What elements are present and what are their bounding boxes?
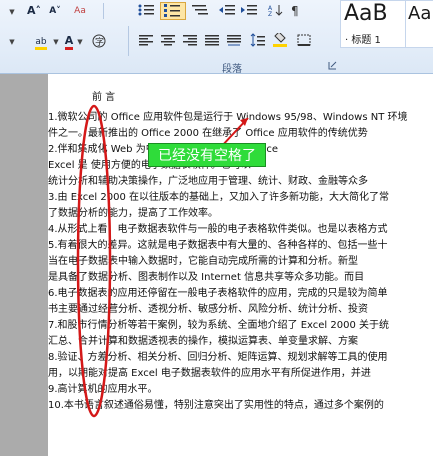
ribbon-separator	[128, 26, 129, 56]
document-line: 件之一。最新推出的 Office 2000 在继承了 Office 应用软件的传…	[48, 128, 368, 139]
style-label: · 标题 1	[345, 35, 381, 46]
quick-style-heading2[interactable]: Aa	[405, 0, 433, 48]
justify-icon	[205, 35, 219, 46]
show-marks-button[interactable]: ¶	[288, 2, 304, 20]
decrease-indent-icon	[219, 5, 235, 15]
document-line: 3.由 Excel 2000 在以往版本的基础上，又加入了许多新功能，大大简化了…	[48, 192, 390, 203]
align-left-icon	[139, 35, 153, 46]
document-line: 10.本书语言叙述通俗易懂，特别注意突出了实用性的特点，通过多个案例的	[48, 400, 384, 411]
font-color-label: A	[64, 34, 74, 50]
document-line: 了数据分析的能力，提高了工作效率。	[48, 208, 218, 219]
document-line: 9.高计算机的应用水平。	[48, 384, 158, 395]
increase-indent-button[interactable]	[240, 2, 260, 20]
document-line: 1.微软公司的 Office 应用软件包是运行于 Windows 95/98、W…	[48, 112, 408, 123]
document-line: 汇总、合并计算和数据透视表的操作，模拟运算表、单变量求解、方案	[48, 336, 358, 347]
align-left-button[interactable]	[136, 32, 156, 50]
font-dropdown[interactable]: ▼	[2, 32, 22, 50]
grow-font-button[interactable]: A˄	[24, 2, 44, 20]
highlight-label: ab	[35, 37, 47, 50]
shading-button[interactable]	[270, 31, 290, 50]
document-line: 4.从形式上看，电子数据表软件与一般的电子表格软件类似。也是以表格方式	[48, 224, 388, 235]
numbering-button[interactable]	[160, 2, 186, 20]
font-color-dropdown[interactable]: ▼	[76, 32, 84, 50]
paragraph-group-label: 段落	[222, 64, 242, 75]
bullets-icon	[138, 4, 154, 16]
annotation-callout: 已经没有空格了	[148, 143, 266, 167]
numbering-icon	[164, 4, 180, 17]
line-spacing-button[interactable]	[248, 32, 268, 50]
align-center-button[interactable]	[158, 32, 178, 50]
style-preview-text: Aa	[408, 3, 432, 24]
clear-format-button[interactable]: Aa	[68, 2, 92, 20]
distributed-button[interactable]	[224, 32, 244, 50]
justify-button[interactable]	[202, 32, 222, 50]
text-highlight-button[interactable]: ab	[30, 32, 52, 50]
line-spacing-icon	[250, 33, 265, 47]
quick-style-heading1[interactable]: AaB · 标题 1	[340, 0, 406, 48]
svg-text:Z: Z	[268, 11, 272, 17]
document-line: 7.和股市行情分析等若干案例，较为系统、全面地介绍了 Excel 2000 关于…	[48, 320, 390, 331]
ribbon-toolbar: ▼ A˄ A˅ Aa AZ ¶ ▼ ab ▼ A ▼ 字 段落 AaB · 标题…	[0, 0, 433, 75]
font-color-button[interactable]: A	[62, 32, 76, 50]
enclose-character-icon: 字	[92, 34, 106, 48]
borders-icon	[297, 34, 311, 46]
document-line: 统计分析和辅助决策操作，广泛地应用于管理、统计、财政、金融等众多	[48, 176, 368, 187]
align-right-icon	[183, 35, 197, 46]
document-line: 当在电子数据表中输入数据时，它能自动完成所需的计算和分析。新型	[48, 256, 358, 267]
decrease-indent-button[interactable]	[218, 2, 238, 20]
multilevel-list-button[interactable]	[190, 2, 212, 20]
sort-button[interactable]: AZ	[266, 2, 284, 20]
document-line: 6.电子数据表的应用还停留在一般电子表格软件的应用，完成的只是较为简单	[48, 288, 388, 299]
document-line: 5.有着很大的差异。这就是电子数据表中有大量的、各种各样的、包括一些十	[48, 240, 388, 251]
enclose-character-button[interactable]: 字	[88, 32, 110, 50]
distributed-icon	[227, 35, 241, 46]
borders-button[interactable]	[294, 32, 314, 50]
svg-text:字: 字	[95, 36, 104, 48]
document-line: 8.验证、方差分析、相关分析、回归分析、矩阵运算、规划求解等工具的使用	[48, 352, 388, 363]
document-line: 书主要通过经营分析、透视分析、敏感分析、风险分析、统计分析、投资	[48, 304, 368, 315]
font-size-dropdown[interactable]: ▼	[2, 2, 22, 20]
preface-heading: 前 言	[92, 92, 116, 103]
document-line: 是具备了数据分析、图表制作以及 Internet 信息共享等众多功能。而目	[48, 272, 365, 283]
paragraph-mark-icon: ¶	[291, 4, 299, 18]
sort-icon: AZ	[268, 5, 283, 18]
increase-indent-icon	[241, 5, 257, 15]
style-preview-text: AaB	[344, 1, 388, 26]
ribbon-separator	[103, 3, 104, 19]
document-line: 用，以期能对提高 Excel 电子数据表软件的应用水平有所促进作用，并进	[48, 368, 371, 379]
shrink-font-button[interactable]: A˅	[46, 2, 64, 20]
svg-text:¶: ¶	[291, 4, 299, 17]
align-right-button[interactable]	[180, 32, 200, 50]
dialog-launcher-icon	[328, 61, 336, 70]
highlight-dropdown[interactable]: ▼	[52, 32, 60, 50]
paint-bucket-icon	[273, 31, 287, 47]
align-center-icon	[161, 35, 175, 46]
bullets-button[interactable]	[136, 2, 158, 20]
multilevel-list-icon	[192, 5, 208, 15]
document-page[interactable]: 前 言 1.微软公司的 Office 应用软件包是运行于 Windows 95/…	[48, 74, 433, 456]
